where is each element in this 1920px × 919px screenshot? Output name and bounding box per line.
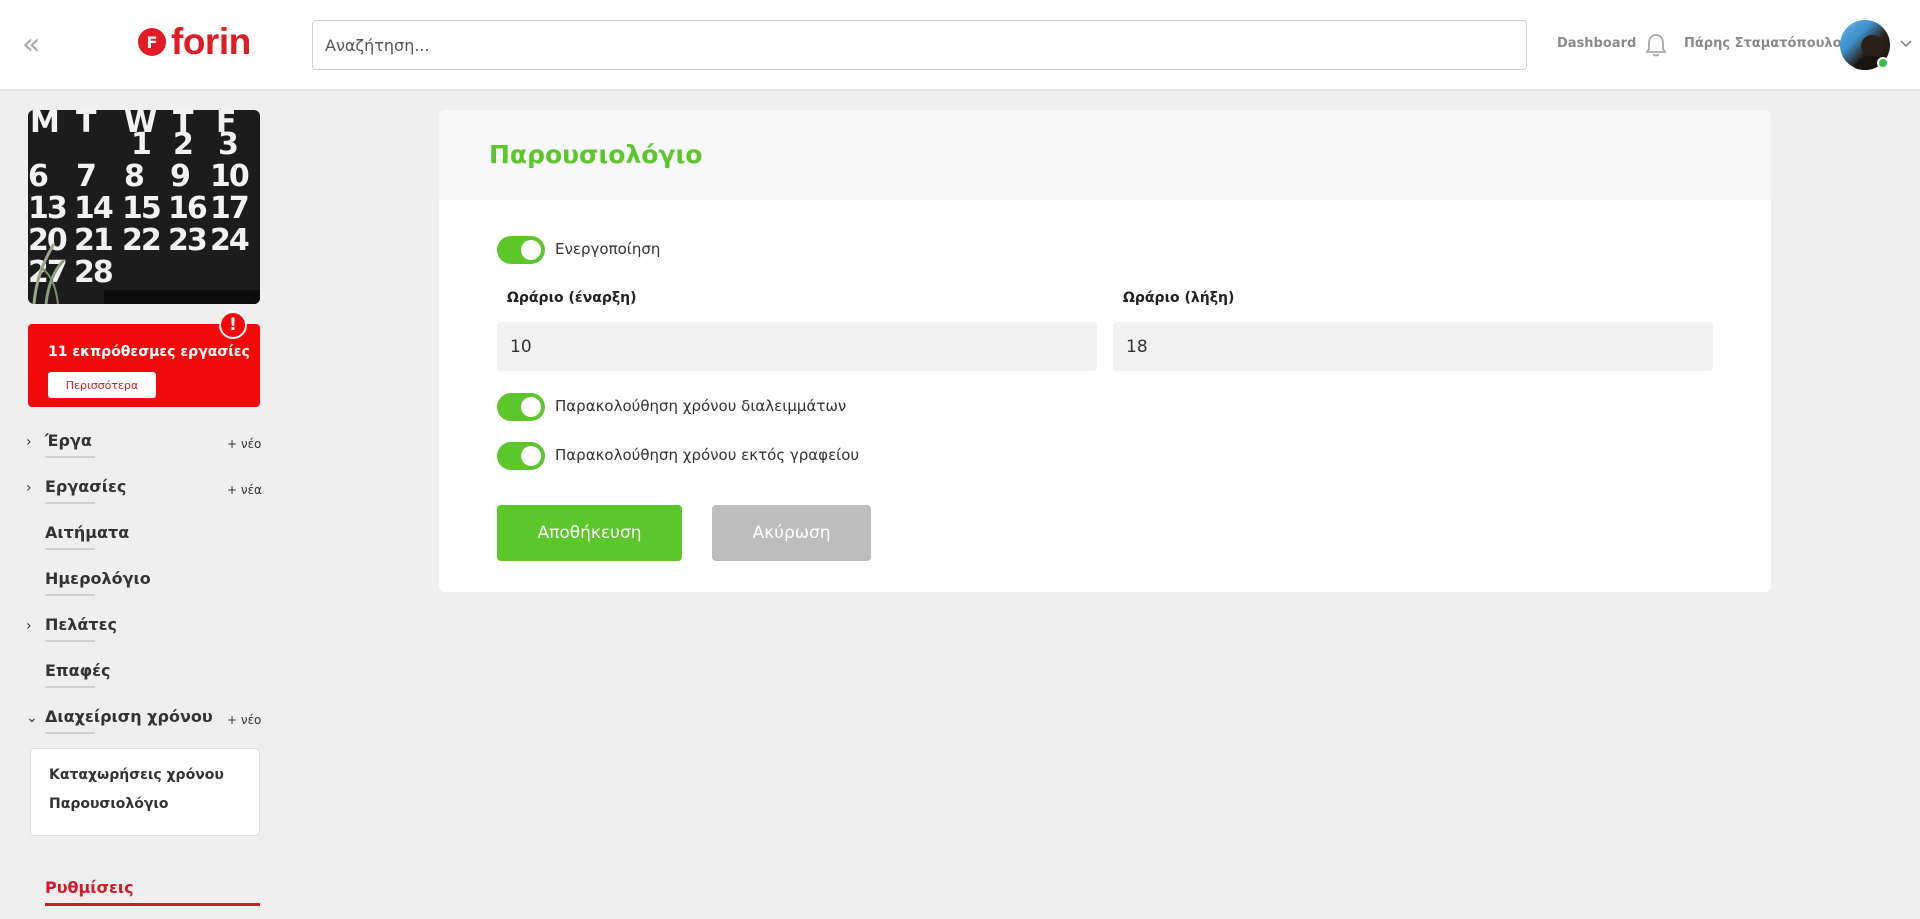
svg-text:22: 22 bbox=[122, 223, 160, 258]
sidebar-item-label: Πελάτες bbox=[45, 615, 118, 634]
sidebar-item-tasks[interactable]: › Εργασίες + νέα bbox=[0, 473, 290, 513]
sidebar-item-label: Εργασίες bbox=[45, 477, 127, 496]
sidebar-item-clients[interactable]: › Πελάτες bbox=[0, 611, 290, 651]
enable-toggle[interactable] bbox=[497, 236, 545, 264]
cancel-button[interactable]: Ακύρωση bbox=[712, 505, 871, 561]
sidebar-item-requests[interactable]: Αιτήματα bbox=[0, 519, 290, 559]
nav-underline bbox=[45, 594, 95, 596]
sidebar-item-label: Ρυθμίσεις bbox=[45, 878, 134, 897]
sidebar-item-label: Έργα bbox=[45, 431, 92, 450]
svg-text:23: 23 bbox=[168, 223, 206, 258]
break-tracking-toggle[interactable] bbox=[497, 393, 545, 421]
svg-text:14: 14 bbox=[74, 191, 113, 226]
toggle-knob bbox=[521, 397, 541, 417]
top-bar: « F forin Dashboard Πάρης Σταματόπουλος bbox=[0, 0, 1920, 89]
nav-underline bbox=[45, 640, 95, 642]
active-underline bbox=[45, 903, 260, 906]
new-time-entry-link[interactable]: + νέο bbox=[227, 713, 261, 727]
sidebar-item-projects[interactable]: › Έργα + νέο bbox=[0, 427, 290, 467]
svg-text:24: 24 bbox=[210, 223, 249, 258]
svg-text:T: T bbox=[76, 110, 97, 140]
card-header: Παρουσιολόγιο bbox=[439, 110, 1771, 200]
svg-text:9: 9 bbox=[170, 159, 189, 194]
svg-text:7: 7 bbox=[76, 159, 95, 194]
chevron-right-icon[interactable]: › bbox=[26, 618, 36, 634]
submenu-attendance[interactable]: Παρουσιολόγιο bbox=[49, 796, 169, 812]
end-time-field[interactable] bbox=[1113, 322, 1713, 371]
end-time-label: Ωράριο (λήξη) bbox=[1123, 290, 1235, 306]
svg-text:10: 10 bbox=[210, 159, 249, 194]
svg-text:13: 13 bbox=[28, 191, 66, 226]
svg-text:21: 21 bbox=[74, 223, 112, 258]
sidebar-item-label: Διαχείριση χρόνου bbox=[45, 707, 213, 726]
sidebar-item-label: Αιτήματα bbox=[45, 523, 130, 542]
overdue-alert-text: 11 εκπρόθεσμες εργασίες bbox=[48, 344, 250, 360]
out-of-office-toggle[interactable] bbox=[497, 442, 545, 470]
page-title: Παρουσιολόγιο bbox=[489, 140, 703, 169]
exclamation-icon: ! bbox=[219, 311, 247, 339]
svg-text:M: M bbox=[30, 110, 58, 140]
svg-text:17: 17 bbox=[210, 191, 248, 226]
svg-text:6: 6 bbox=[28, 159, 48, 194]
chevron-right-icon[interactable]: › bbox=[26, 434, 36, 450]
start-time-label: Ωράριο (έναρξη) bbox=[507, 290, 637, 306]
break-tracking-label: Παρακολούθηση χρόνου διαλειμμάτων bbox=[555, 397, 847, 415]
sidebar-item-contacts[interactable]: Επαφές bbox=[0, 657, 290, 697]
start-time-field[interactable] bbox=[497, 322, 1097, 371]
online-status-dot bbox=[1877, 57, 1889, 69]
chevron-right-icon[interactable]: › bbox=[26, 480, 36, 496]
bell-icon[interactable] bbox=[1644, 32, 1668, 58]
nav-underline bbox=[45, 686, 95, 688]
attendance-card: Παρουσιολόγιο Ενεργοποίηση Ωράριο (έναρξ… bbox=[439, 110, 1771, 592]
svg-text:3: 3 bbox=[218, 127, 237, 162]
user-name[interactable]: Πάρης Σταματόπουλος bbox=[1684, 36, 1849, 51]
logo[interactable]: F forin bbox=[138, 21, 251, 62]
nav-underline bbox=[45, 548, 95, 550]
svg-text:28: 28 bbox=[74, 255, 113, 290]
sidebar-item-settings[interactable]: Ρυθμίσεις bbox=[0, 874, 290, 919]
dashboard-link[interactable]: Dashboard bbox=[1557, 36, 1636, 51]
sidebar-item-label: Ημερολόγιο bbox=[45, 569, 151, 588]
sidebar-item-label: Επαφές bbox=[45, 661, 111, 680]
time-management-submenu: Καταχωρήσεις χρόνου Παρουσιολόγιο bbox=[30, 748, 260, 836]
svg-text:16: 16 bbox=[168, 191, 207, 226]
double-chevron-left-icon[interactable]: « bbox=[22, 30, 44, 60]
svg-text:2: 2 bbox=[173, 127, 192, 162]
toggle-knob bbox=[521, 240, 541, 260]
nav-underline bbox=[45, 502, 95, 504]
svg-text:8: 8 bbox=[124, 159, 144, 194]
sidebar-item-calendar[interactable]: Ημερολόγιο bbox=[0, 565, 290, 605]
new-project-link[interactable]: + νέο bbox=[227, 437, 261, 451]
svg-text:15: 15 bbox=[122, 191, 160, 226]
calendar-image: MTWTF 123 6 7 8 9 10 13 14 15 16 17 20 21 22 23 24 2… bbox=[28, 110, 260, 304]
enable-label: Ενεργοποίηση bbox=[555, 240, 661, 258]
chevron-down-icon[interactable] bbox=[1898, 36, 1914, 52]
svg-text:1: 1 bbox=[131, 127, 150, 162]
logo-mark: F bbox=[138, 28, 166, 56]
save-button[interactable]: Αποθήκευση bbox=[497, 505, 682, 561]
sidebar-item-time-management[interactable]: ⌄ Διαχείριση χρόνου + νέο bbox=[0, 703, 290, 743]
chevron-down-icon[interactable]: ⌄ bbox=[26, 710, 38, 726]
nav-underline bbox=[45, 456, 95, 458]
nav-underline bbox=[45, 732, 95, 734]
submenu-time-entries[interactable]: Καταχωρήσεις χρόνου bbox=[49, 767, 224, 783]
new-task-link[interactable]: + νέα bbox=[227, 483, 262, 497]
more-button[interactable]: Περισσότερα bbox=[48, 372, 156, 398]
search-input[interactable] bbox=[312, 20, 1527, 70]
logo-text: forin bbox=[171, 21, 251, 62]
toggle-knob bbox=[521, 446, 541, 466]
out-of-office-label: Παρακολούθηση χρόνου εκτός γραφείου bbox=[555, 446, 860, 464]
